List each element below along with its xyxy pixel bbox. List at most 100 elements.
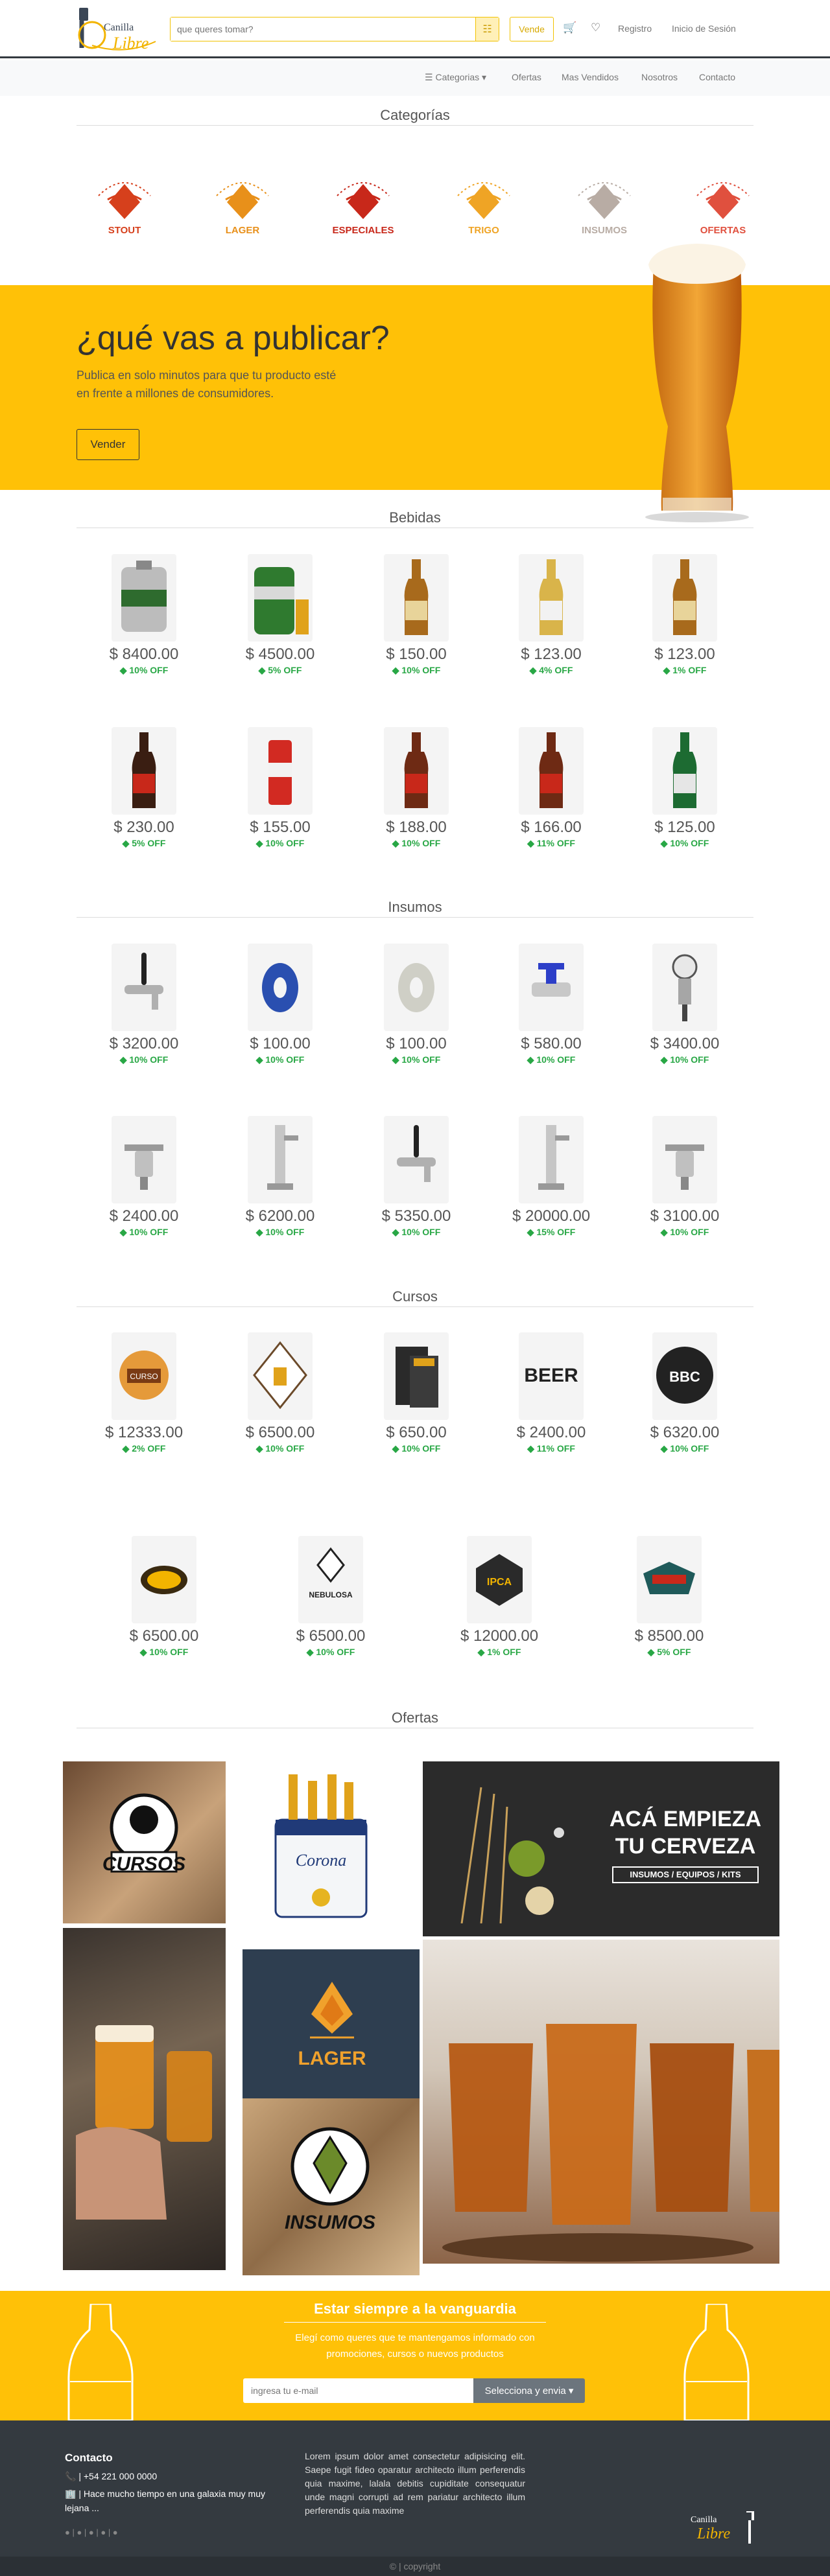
bebidas-item[interactable]: $ 155.00 ◆ 10% OFF <box>241 727 319 849</box>
category-especiales[interactable]: ESPECIALES <box>324 170 402 241</box>
nav-vendidos[interactable]: Mas Vendidos <box>562 72 619 82</box>
insumos-item[interactable]: $ 5350.00 ◆ 10% OFF <box>377 1116 455 1238</box>
bebidas-item[interactable]: $ 166.00 ◆ 11% OFF <box>512 727 590 849</box>
login-link[interactable]: Inicio de Sesión <box>672 23 736 34</box>
vender-button[interactable]: Vender <box>77 429 139 460</box>
product-price: $ 3200.00 <box>109 1035 179 1052</box>
bebidas-item[interactable]: $ 230.00 ◆ 5% OFF <box>105 727 183 849</box>
search-input[interactable] <box>171 17 475 41</box>
discount-text: 10% OFF <box>401 1054 441 1065</box>
insumos-item[interactable]: $ 3100.00 ◆ 10% OFF <box>646 1116 724 1238</box>
cursos-item[interactable]: $ 6500.00 ◆ 10% OFF <box>125 1536 203 1658</box>
insumos-item[interactable]: $ 100.00 ◆ 10% OFF <box>377 944 455 1065</box>
discount-badge: ◆ 10% OFF <box>105 1054 183 1065</box>
nav-categorias[interactable]: ☰ Categorias ▾ <box>425 72 486 83</box>
discount-text: 10% OFF <box>129 1227 169 1237</box>
insumos-item[interactable]: $ 3400.00 ◆ 10% OFF <box>646 944 724 1065</box>
product-image <box>112 554 176 642</box>
product-image <box>652 554 717 642</box>
search-button[interactable]: ☷ <box>475 17 499 41</box>
discount-badge: ◆ 10% OFF <box>241 1054 319 1065</box>
basket-icon[interactable]: 🛒 <box>563 21 576 34</box>
tag-icon: ◆ <box>663 665 673 675</box>
tag-icon: ◆ <box>255 1227 266 1237</box>
nav-categorias-label: Categorias <box>435 72 480 82</box>
cursos-item[interactable]: $ 6500.00 ◆ 10% OFF <box>241 1332 319 1454</box>
tag-icon: ◆ <box>392 1227 402 1237</box>
nav-nosotros[interactable]: Nosotros <box>641 72 678 82</box>
insumos-item[interactable]: $ 6200.00 ◆ 10% OFF <box>241 1116 319 1238</box>
insumos-item[interactable]: $ 100.00 ◆ 10% OFF <box>241 944 319 1065</box>
product-price: $ 125.00 <box>654 818 715 836</box>
nav-contacto[interactable]: Contacto <box>699 72 735 82</box>
insumos-item[interactable]: $ 2400.00 ◆ 10% OFF <box>105 1116 183 1238</box>
category-ofertas[interactable]: OFERTAS <box>684 170 762 241</box>
bebidas-item[interactable]: $ 150.00 ◆ 10% OFF <box>377 554 455 676</box>
discount-text: 10% OFF <box>670 1054 709 1065</box>
bebidas-item[interactable]: $ 8400.00 ◆ 10% OFF <box>105 554 183 676</box>
discount-badge: ◆ 4% OFF <box>512 665 590 676</box>
nav-ofertas[interactable]: Ofertas <box>512 72 541 82</box>
footer-phone-text: | +54 221 000 0000 <box>78 2471 158 2481</box>
cursos-item[interactable]: $ 8500.00 ◆ 5% OFF <box>630 1536 708 1658</box>
oferta-aca-empieza[interactable]: ACÁ EMPIEZA TU CERVEZA INSUMOS / EQUIPOS… <box>423 1761 779 1936</box>
insumos-item[interactable]: $ 3200.00 ◆ 10% OFF <box>105 944 183 1065</box>
email-field[interactable] <box>243 2378 473 2403</box>
cursos-item[interactable]: NEBULOSA $ 6500.00 ◆ 10% OFF <box>292 1536 370 1658</box>
product-price: $ 8500.00 <box>634 1627 704 1645</box>
bebidas-item[interactable]: $ 123.00 ◆ 4% OFF <box>512 554 590 676</box>
discount-badge: ◆ 10% OFF <box>646 1054 724 1065</box>
tag-icon: ◆ <box>392 1443 402 1454</box>
tag-icon: ◆ <box>527 1054 537 1065</box>
svg-text:IPCA: IPCA <box>487 1577 512 1588</box>
category-label: OFERTAS <box>700 225 746 236</box>
oferta-insumos[interactable]: INSUMOS <box>243 2098 420 2275</box>
discount-text: 10% OFF <box>265 1227 305 1237</box>
category-trigo[interactable]: TRIGO <box>445 170 523 241</box>
cursos-item[interactable]: BEER $ 2400.00 ◆ 11% OFF <box>512 1332 590 1454</box>
register-link[interactable]: Registro <box>618 23 652 34</box>
social-icons[interactable]: ● | ● | ● | ● | ● <box>65 2527 118 2537</box>
bebidas-item[interactable]: $ 123.00 ◆ 1% OFF <box>646 554 724 676</box>
oferta-bar-image[interactable] <box>63 1928 226 2270</box>
discount-badge: ◆ 10% OFF <box>646 838 724 849</box>
cursos-item[interactable]: BBC $ 6320.00 ◆ 10% OFF <box>646 1332 724 1454</box>
product-price: $ 2400.00 <box>109 1207 179 1225</box>
subscribe-button[interactable]: Selecciona y envia ▾ <box>473 2378 585 2403</box>
oferta-glasses-image[interactable] <box>423 1940 779 2264</box>
discount-text: 4% OFF <box>539 665 573 675</box>
discount-badge: ◆ 11% OFF <box>512 838 590 849</box>
cursos-item[interactable]: IPCA $ 12000.00 ◆ 1% OFF <box>460 1536 538 1658</box>
tag-icon: ◆ <box>119 665 130 675</box>
insumos-title: Insumos <box>388 899 442 915</box>
oferta-corona[interactable]: Corona <box>243 1761 399 1936</box>
product-price: $ 166.00 <box>521 818 582 836</box>
vende-button[interactable]: Vende <box>510 17 554 41</box>
bebidas-item[interactable]: $ 125.00 ◆ 10% OFF <box>646 727 724 849</box>
oferta-aca-title2: TU CERVEZA <box>615 1834 756 1859</box>
product-price: $ 6320.00 <box>650 1424 720 1441</box>
oferta-cursos[interactable]: CURSOS <box>63 1761 226 1923</box>
footer-contact-title: Contacto <box>65 2452 113 2464</box>
tag-icon: ◆ <box>392 1054 402 1065</box>
site-logo[interactable]: Canilla Libre <box>73 5 163 57</box>
cursos-item[interactable]: CURSO $ 12333.00 ◆ 2% OFF <box>105 1332 183 1454</box>
oferta-lager[interactable]: LAGER <box>243 1949 420 2098</box>
category-lager[interactable]: LAGER <box>204 170 281 241</box>
heart-icon[interactable]: ♡ <box>591 21 600 34</box>
cursos-item[interactable]: $ 650.00 ◆ 10% OFF <box>377 1332 455 1454</box>
discount-badge: ◆ 5% OFF <box>105 838 183 849</box>
insumos-item[interactable]: $ 580.00 ◆ 10% OFF <box>512 944 590 1065</box>
bebidas-item[interactable]: $ 4500.00 ◆ 5% OFF <box>241 554 319 676</box>
category-stout[interactable]: STOUT <box>86 170 163 241</box>
product-image <box>248 554 313 642</box>
top-header: Canilla Libre ☷ Vende 🛒 ♡ Registro Inici… <box>0 0 830 58</box>
footer-logo[interactable]: Canilla Libre <box>678 2511 762 2550</box>
category-insumos[interactable]: INSUMOS <box>565 170 643 241</box>
category-label: INSUMOS <box>581 225 627 236</box>
newsletter-title: Estar siempre a la vanguardia <box>314 2301 516 2317</box>
product-price: $ 100.00 <box>250 1035 311 1052</box>
insumos-item[interactable]: $ 20000.00 ◆ 15% OFF <box>512 1116 590 1238</box>
bebidas-item[interactable]: $ 188.00 ◆ 10% OFF <box>377 727 455 849</box>
search-bar: ☷ <box>170 17 499 41</box>
